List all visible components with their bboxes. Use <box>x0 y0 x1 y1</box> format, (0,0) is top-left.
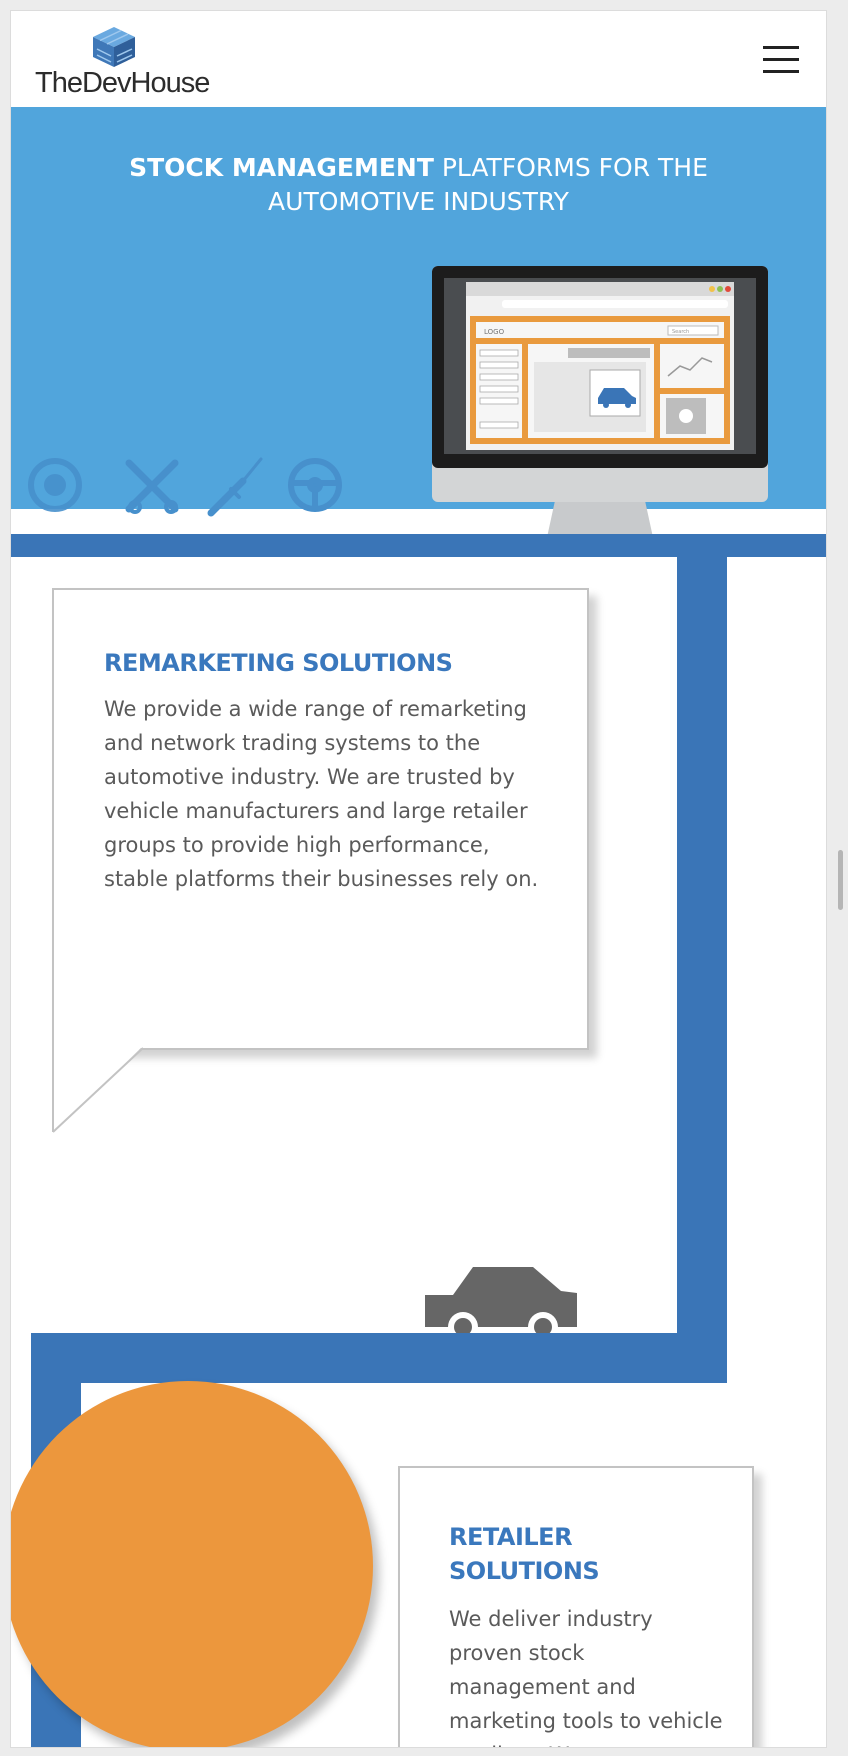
remarketing-card: REMARKETING SOLUTIONS We provide a wide … <box>52 588 589 1050</box>
brake-disc-icon <box>28 458 82 512</box>
page: TheDevHouse STOCK MANAGEMENT PLATFORMS F… <box>10 10 827 1748</box>
steering-wheel-icon <box>288 458 342 512</box>
screen-search-text: Search <box>672 329 689 335</box>
scrollbar-thumb[interactable] <box>838 850 843 910</box>
automotive-icons <box>28 457 342 517</box>
retailer-text: We deliver industry proven stock managem… <box>449 1607 723 1747</box>
pistons-icon <box>125 459 179 514</box>
monitor-illustration: LOGO Search <box>432 266 768 542</box>
logo-cube-icon <box>93 27 135 67</box>
hero-title-strong: STOCK MANAGEMENT <box>129 153 434 182</box>
orange-circle-graphic <box>11 1381 373 1747</box>
site-header: TheDevHouse <box>11 11 826 107</box>
remarketing-text: We provide a wide range of remarketing a… <box>104 697 539 891</box>
hero-title: STOCK MANAGEMENT PLATFORMS FOR THE AUTOM… <box>51 151 786 219</box>
car-icon <box>425 1267 577 1333</box>
hamburger-menu-icon[interactable] <box>761 39 801 79</box>
retailer-title: RETAILER SOLUTIONS <box>449 1523 600 1585</box>
flow-line-horizontal <box>31 1333 727 1383</box>
remarketing-title: REMARKETING SOLUTIONS <box>104 649 453 677</box>
site-logo[interactable]: TheDevHouse <box>35 27 210 99</box>
hero-section: STOCK MANAGEMENT PLATFORMS FOR THE AUTOM… <box>11 107 826 557</box>
hero-bottom-band <box>11 534 826 557</box>
speech-bubble-tail <box>51 1046 144 1133</box>
spark-plug-icon <box>207 457 263 517</box>
flow-line-vertical <box>677 555 727 1345</box>
logo-text: TheDevHouse <box>35 67 210 99</box>
screen-logo-text: LOGO <box>484 328 505 336</box>
retailer-card: RETAILER SOLUTIONS We deliver industry p… <box>398 1466 754 1747</box>
